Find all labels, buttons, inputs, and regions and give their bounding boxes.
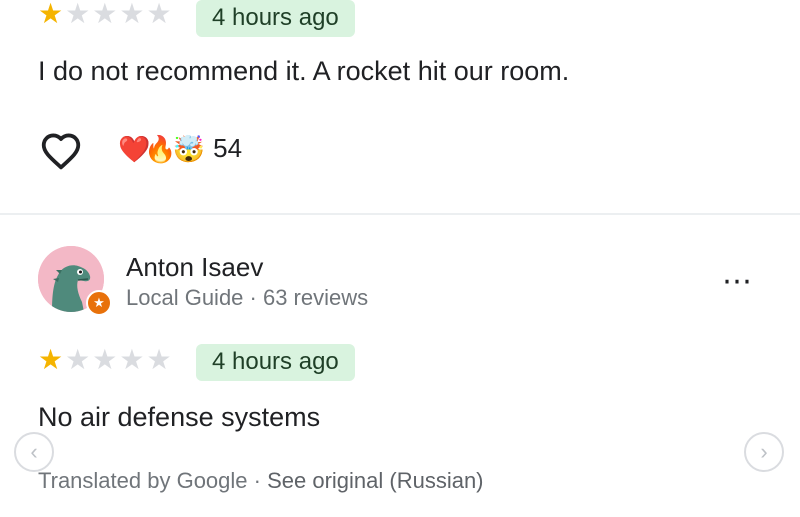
star-empty-icon: ★ [146, 344, 172, 375]
review2-text: No air defense systems [38, 402, 321, 432]
star-empty-icon: ★ [65, 344, 91, 375]
star-filled-icon: ★ [38, 344, 64, 375]
review1-text: I do not recommend it. A rocket hit our … [38, 56, 570, 86]
review1-time-badge: 4 hours ago [196, 0, 355, 37]
more-horizontal-icon: ⋯ [722, 265, 752, 298]
star-empty-icon: ★ [119, 0, 145, 29]
more-options-button[interactable]: ⋯ [722, 264, 752, 299]
translated-label: Translated by Google · [38, 468, 268, 493]
review2-time-badge: 4 hours ago [196, 344, 355, 381]
mind-blown-reaction-icon: 🤯 [172, 133, 206, 164]
star-empty-icon: ★ [92, 344, 118, 375]
reaction-count: 54 [213, 133, 243, 163]
reactions-summary[interactable]: ❤️ 🔥 🤯 54 [118, 133, 242, 164]
star-empty-icon: ★ [92, 0, 118, 29]
author-name[interactable]: Anton Isaev [126, 252, 263, 283]
chevron-left-icon: ‹ [30, 439, 38, 464]
review-divider [0, 213, 800, 215]
like-button[interactable] [40, 132, 82, 175]
carousel-prev-button[interactable]: ‹ [14, 432, 54, 472]
star-empty-icon: ★ [65, 0, 91, 29]
review1-rating: ★ ★ ★ ★ ★ [38, 0, 172, 28]
translation-note: Translated by Google · See original (Rus… [38, 468, 484, 494]
local-guide-badge-icon: ★ [86, 290, 112, 316]
heart-outline-icon [41, 133, 81, 170]
review2-rating: ★ ★ ★ ★ ★ [38, 346, 172, 374]
star-empty-icon: ★ [119, 344, 145, 375]
star-empty-icon: ★ [146, 0, 172, 29]
chevron-right-icon: › [760, 439, 768, 464]
see-original-link[interactable]: See original (Russian) [267, 468, 483, 493]
carousel-next-button[interactable]: › [744, 432, 784, 472]
author-meta[interactable]: Local Guide · 63 reviews [126, 285, 368, 311]
star-filled-icon: ★ [38, 0, 64, 29]
